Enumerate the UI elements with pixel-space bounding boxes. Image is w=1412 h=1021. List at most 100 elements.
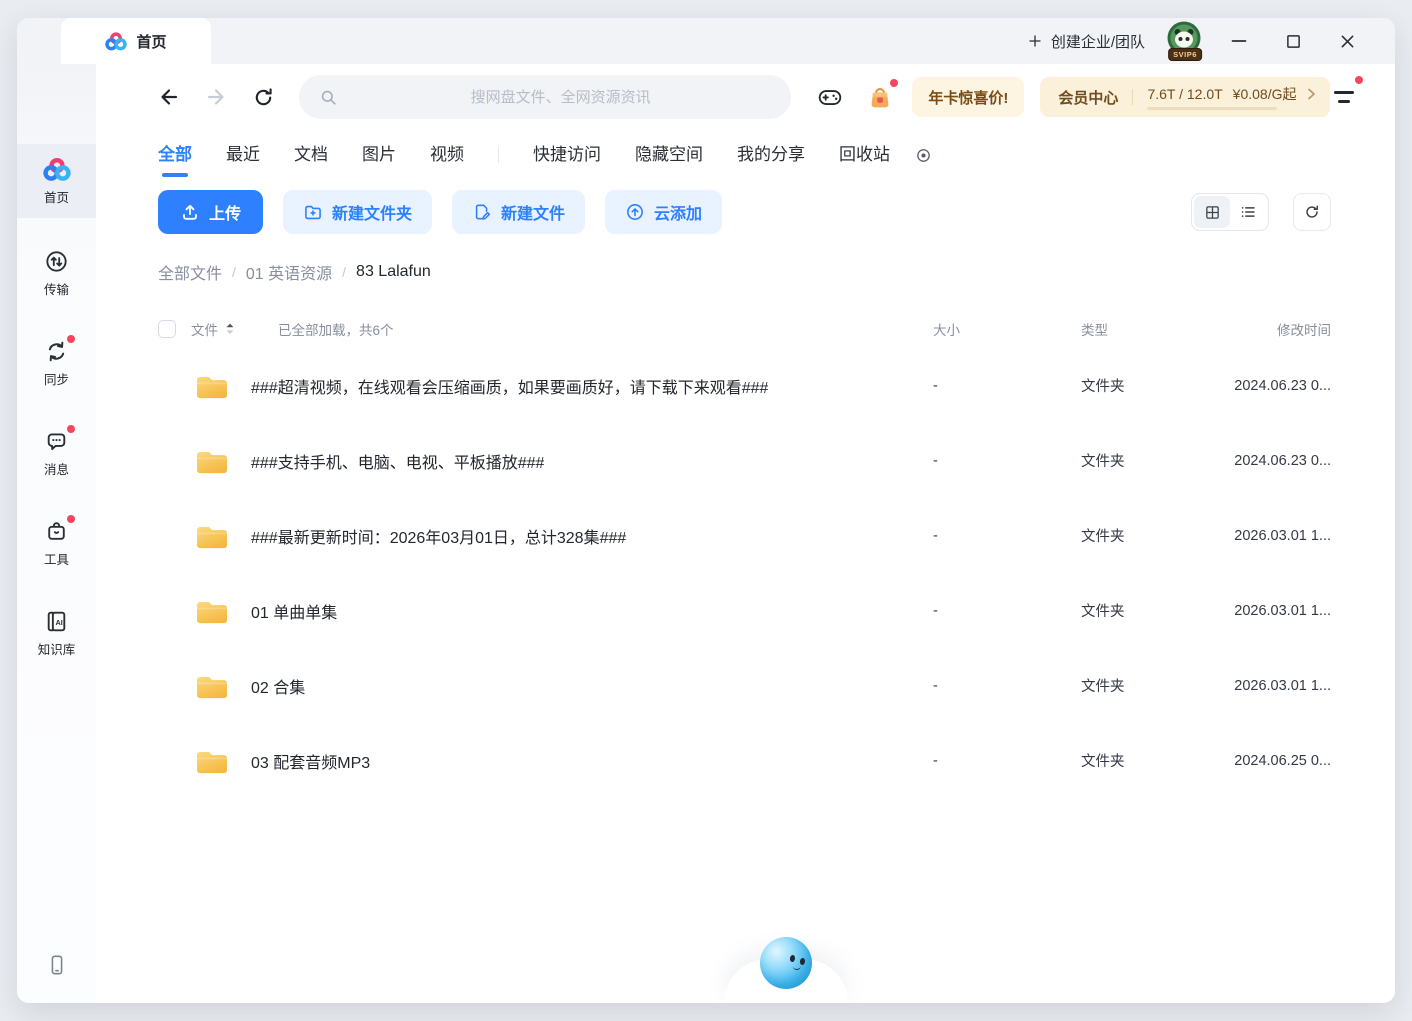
search-icon bbox=[319, 88, 338, 107]
tab-recent[interactable]: 最近 bbox=[226, 134, 260, 177]
gamepad-icon bbox=[815, 84, 845, 110]
annual-card-promo-button[interactable]: 年卡惊喜价! bbox=[912, 77, 1024, 117]
sort-icon[interactable] bbox=[224, 322, 236, 336]
file-row[interactable]: 02 合集 - 文件夹 2026.03.01 1... bbox=[96, 648, 1395, 723]
search-bar[interactable] bbox=[299, 75, 792, 119]
member-center-button[interactable]: 会员中心 7.6T / 12.0T ¥0.08/G起 bbox=[1040, 77, 1329, 117]
new-folder-button[interactable]: 新建文件夹 bbox=[283, 190, 432, 234]
sidebar-label: 同步 bbox=[44, 369, 69, 388]
sidebar-item-home[interactable]: 首页 bbox=[17, 144, 96, 218]
file-modified: 2024.06.23 0... bbox=[1211, 378, 1331, 394]
select-all-checkbox[interactable] bbox=[158, 320, 176, 338]
new-folder-label: 新建文件夹 bbox=[332, 200, 412, 224]
file-row[interactable]: 03 配套音频MP3 - 文件夹 2024.06.25 0... bbox=[96, 723, 1395, 798]
file-type: 文件夹 bbox=[1081, 600, 1211, 621]
create-team-button[interactable]: 创建企业/团队 bbox=[1027, 31, 1145, 52]
browser-toolbar: 年卡惊喜价! 会员中心 7.6T / 12.0T ¥0.08/G起 bbox=[96, 64, 1395, 130]
load-status: 已全部加载，共6个 bbox=[278, 319, 394, 339]
file-size: - bbox=[933, 603, 1081, 619]
file-name[interactable]: 03 配套音频MP3 bbox=[251, 749, 370, 773]
file-name[interactable]: 01 单曲单集 bbox=[251, 599, 337, 623]
assistant-widget[interactable] bbox=[724, 945, 848, 1003]
price-hint-text: ¥0.08/G起 bbox=[1233, 84, 1297, 104]
file-modified: 2024.06.23 0... bbox=[1211, 453, 1331, 469]
column-type[interactable]: 类型 bbox=[1081, 319, 1211, 339]
storage-usage-text: 7.6T / 12.0T bbox=[1147, 86, 1222, 102]
file-list: ###超清视频，在线观看会压缩画质，如果要画质好，请下载下来观看### - 文件… bbox=[96, 348, 1395, 1003]
titlebar: 首页 创建企业/团队 SVIP6 bbox=[17, 18, 1395, 64]
home-tab[interactable]: 首页 bbox=[61, 18, 211, 64]
tab-videos[interactable]: 视频 bbox=[430, 134, 464, 177]
upload-label: 上传 bbox=[209, 200, 241, 224]
tab-my-shares[interactable]: 我的分享 bbox=[737, 134, 805, 177]
column-file[interactable]: 文件 bbox=[191, 319, 218, 339]
notification-dot bbox=[890, 79, 898, 87]
tab-settings-button[interactable] bbox=[914, 146, 933, 165]
search-input[interactable] bbox=[350, 89, 772, 106]
file-size: - bbox=[933, 678, 1081, 694]
folder-icon bbox=[194, 596, 230, 626]
sidebar-item-knowledge[interactable]: AI 知识库 bbox=[17, 598, 96, 668]
file-modified: 2026.03.01 1... bbox=[1211, 528, 1331, 544]
divider bbox=[498, 147, 499, 163]
folder-icon bbox=[194, 446, 230, 476]
create-team-label: 创建企业/团队 bbox=[1051, 31, 1145, 52]
sidebar-item-sync[interactable]: 同步 bbox=[17, 328, 96, 398]
view-toggle bbox=[1191, 193, 1269, 231]
minimize-button[interactable] bbox=[1221, 18, 1257, 64]
tab-pictures[interactable]: 图片 bbox=[362, 134, 396, 177]
forward-button[interactable] bbox=[204, 84, 230, 110]
sidebar-item-transfer[interactable]: 传输 bbox=[17, 238, 96, 308]
avatar[interactable]: SVIP6 bbox=[1167, 21, 1203, 61]
breadcrumb-all-files[interactable]: 全部文件 bbox=[158, 260, 222, 284]
folder-icon bbox=[194, 521, 230, 551]
file-row[interactable]: ###支持手机、电脑、电视、平板播放### - 文件夹 2024.06.23 0… bbox=[96, 423, 1395, 498]
cloud-add-button[interactable]: 云添加 bbox=[605, 190, 722, 234]
breadcrumb: 全部文件 / 01 英语资源 / 83 Lalafun bbox=[96, 260, 1395, 284]
file-row[interactable]: ###最新更新时间：2026年03月01日，总计328集### - 文件夹 20… bbox=[96, 498, 1395, 573]
upload-button[interactable]: 上传 bbox=[158, 190, 263, 234]
plus-icon bbox=[1027, 33, 1043, 49]
sidebar-item-tools[interactable]: 工具 bbox=[17, 508, 96, 578]
mobile-app-button[interactable] bbox=[17, 953, 96, 977]
file-modified: 2024.06.25 0... bbox=[1211, 753, 1331, 769]
rewards-bag-button[interactable] bbox=[863, 80, 896, 114]
main-menu-button[interactable] bbox=[1330, 82, 1360, 112]
tab-hidden-space[interactable]: 隐藏空间 bbox=[635, 134, 703, 177]
back-button[interactable] bbox=[156, 84, 182, 110]
folder-icon bbox=[194, 371, 230, 401]
target-icon bbox=[914, 146, 933, 165]
file-name[interactable]: 02 合集 bbox=[251, 674, 305, 698]
cloud-add-icon bbox=[625, 202, 645, 222]
file-name[interactable]: ###最新更新时间：2026年03月01日，总计328集### bbox=[251, 524, 626, 548]
close-button[interactable] bbox=[1329, 18, 1365, 64]
column-size[interactable]: 大小 bbox=[933, 319, 1081, 339]
gift-bag-icon bbox=[866, 83, 894, 111]
folder-plus-icon bbox=[303, 202, 323, 222]
tab-all[interactable]: 全部 bbox=[158, 134, 192, 177]
reload-button[interactable] bbox=[251, 84, 277, 110]
file-row[interactable]: ###超清视频，在线观看会压缩画质，如果要画质好，请下载下来观看### - 文件… bbox=[96, 348, 1395, 423]
tab-quick-access[interactable]: 快捷访问 bbox=[533, 134, 601, 177]
maximize-button[interactable] bbox=[1275, 18, 1311, 64]
storage-progress-bar bbox=[1147, 107, 1277, 110]
file-size: - bbox=[933, 753, 1081, 769]
column-modified[interactable]: 修改时间 bbox=[1211, 319, 1331, 339]
breadcrumb-current: 83 Lalafun bbox=[356, 263, 431, 281]
file-modified: 2026.03.01 1... bbox=[1211, 603, 1331, 619]
file-name[interactable]: ###超清视频，在线观看会压缩画质，如果要画质好，请下载下来观看### bbox=[251, 374, 768, 398]
refresh-list-button[interactable] bbox=[1293, 193, 1331, 231]
new-file-button[interactable]: 新建文件 bbox=[452, 190, 585, 234]
tab-documents[interactable]: 文档 bbox=[294, 134, 328, 177]
promo-label: 年卡惊喜价! bbox=[928, 87, 1008, 108]
grid-view-button[interactable] bbox=[1194, 196, 1230, 228]
folder-icon bbox=[194, 746, 230, 776]
file-size: - bbox=[933, 528, 1081, 544]
tab-recycle-bin[interactable]: 回收站 bbox=[839, 134, 890, 177]
sidebar-item-messages[interactable]: 消息 bbox=[17, 418, 96, 488]
games-button[interactable] bbox=[813, 80, 846, 114]
file-row[interactable]: 01 单曲单集 - 文件夹 2026.03.01 1... bbox=[96, 573, 1395, 648]
list-view-button[interactable] bbox=[1230, 196, 1266, 228]
breadcrumb-english-resources[interactable]: 01 英语资源 bbox=[246, 260, 332, 284]
file-name[interactable]: ###支持手机、电脑、电视、平板播放### bbox=[251, 449, 544, 473]
